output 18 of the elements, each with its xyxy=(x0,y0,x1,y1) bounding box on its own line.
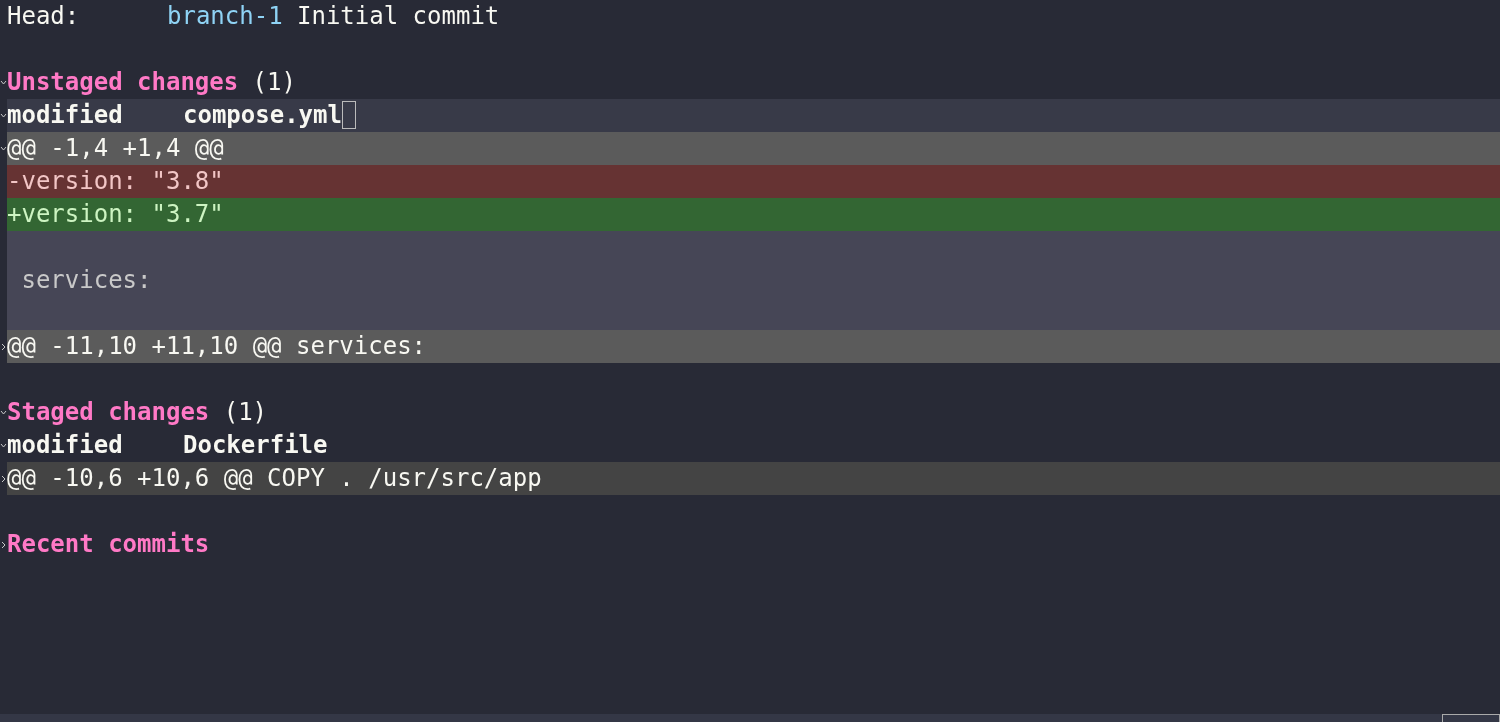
file-row[interactable]: modified compose.yml xyxy=(7,99,1500,132)
section-heading[interactable]: Staged changes xyxy=(7,396,210,429)
hunk-header[interactable]: @@ -11,10 +11,10 @@ services: xyxy=(7,330,1500,363)
chevron-right-icon[interactable] xyxy=(0,341,7,352)
section-heading[interactable]: Recent commits xyxy=(7,528,210,561)
section-count: (1) xyxy=(223,397,268,428)
branch-name[interactable]: branch-1 xyxy=(167,0,283,33)
section-count: (1) xyxy=(252,67,296,98)
hunk-header[interactable]: @@ -1,4 +1,4 @@ xyxy=(7,132,1500,165)
text-cursor xyxy=(341,101,356,129)
commit-message: Initial commit xyxy=(297,1,500,32)
head-label: Head: xyxy=(7,1,81,32)
status-indicator xyxy=(1442,714,1500,722)
chevron-right-icon[interactable] xyxy=(0,473,7,484)
hunk-header[interactable]: @@ -10,6 +10,6 @@ COPY . /usr/src/app xyxy=(7,462,1500,495)
section-heading[interactable]: Unstaged changes xyxy=(7,66,239,99)
file-row[interactable]: modified Dockerfile xyxy=(7,429,1500,462)
chevron-right-icon[interactable] xyxy=(0,539,7,550)
